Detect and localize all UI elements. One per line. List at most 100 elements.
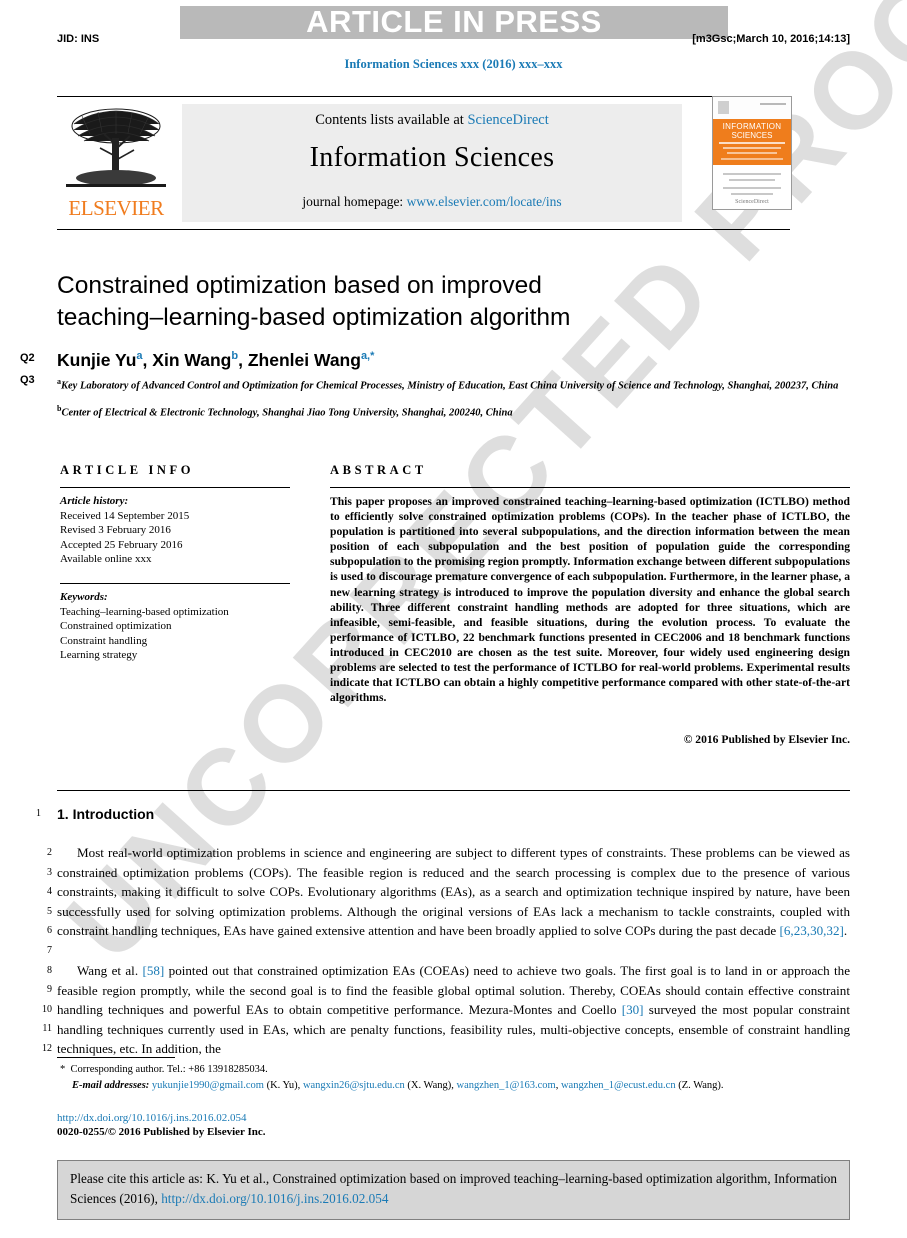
line-number-9: 9 [47,984,52,996]
title-line-2: teaching–learning-based optimization alg… [57,304,571,331]
history-accepted: Accepted 25 February 2016 [60,538,183,551]
line-number-6: 6 [47,925,52,937]
doi-link[interactable]: http://dx.doi.org/10.1016/j.ins.2016.02.… [57,1112,247,1124]
cover-text-line-3 [723,187,781,189]
line-number-gutter: 2 3 4 5 6 7 8 9 10 11 12 [36,843,52,1059]
elsevier-logo: ELSEVIER [60,104,172,224]
affiliation-text-b: Center of Electrical & Electronic Techno… [61,407,513,419]
email-person-3: , [555,1080,559,1091]
affiliation-a: aKey Laboratory of Advanced Control and … [57,375,847,393]
email-addresses-note: E-mail addresses: yukunjie1990@gmail.com… [72,1078,862,1093]
author-affiliation-mark-2: b [231,350,239,363]
email-link-3[interactable]: wangzhen_1@163.com [457,1080,556,1091]
asterisk-icon: * [60,1064,66,1075]
query-marker-q2: Q2 [20,352,35,364]
history-online: Available online xxx [60,553,152,566]
author-affiliation-mark-3: a,* [360,350,375,363]
paragraph-2-text-a: Wang et al. [77,963,139,978]
abstract-top-rule [330,487,850,488]
citation-ref-2[interactable]: [58] [142,963,164,978]
cover-deco-1 [719,142,785,144]
journal-homepage-link[interactable]: www.elsevier.com/locate/ins [407,194,562,209]
cover-deco-4 [721,158,783,160]
journal-cover-thumbnail: INFORMATION SCIENCES ScienceDirect [712,96,792,210]
footnote-rule [57,1057,175,1058]
abstract-text: This paper proposes an improved constrai… [330,495,850,705]
journal-homepage-line: journal homepage: www.elsevier.com/locat… [182,194,682,210]
article-in-press-label: ARTICLE IN PRESS [306,4,602,39]
info-top-rule [60,487,290,488]
contents-available-line: Contents lists available at ScienceDirec… [182,112,682,129]
line-number-7: 7 [47,944,52,956]
citation-ref-1[interactable]: [6,23,30,32] [780,923,844,938]
masthead-bottom-rule [57,229,790,230]
email-link-2[interactable]: wangxin26@sjtu.edu.cn [303,1080,405,1091]
section-number: 1. [57,806,69,822]
affiliation-b: bCenter of Electrical & Electronic Techn… [57,402,847,420]
paper-page: UNCORRECTED PROOF ARTICLE IN PRESS JID: … [0,0,907,1238]
article-history-label: Article history: [60,495,129,507]
citation-ref-3[interactable]: [30] [622,1002,644,1017]
body-paragraph-1: Most real-world optimization problems in… [57,845,850,939]
line-number-2: 2 [47,847,52,858]
cover-text-line-4 [731,193,773,195]
section-title: Introduction [72,806,155,822]
cover-header-strip [713,97,791,120]
cover-footer-label: ScienceDirect [735,199,769,205]
cover-deco-3 [727,152,777,154]
author-affiliation-mark-1: a [136,350,143,363]
keyword-item-4: Learning strategy [60,649,138,662]
email-person-4: (Z. Wang). [678,1080,724,1091]
body-separator-rule [57,790,850,791]
cover-title-line2: SCIENCES [731,131,773,140]
cover-text-line-1 [723,173,781,175]
sciencedirect-link[interactable]: ScienceDirect [467,112,548,128]
citation-notice-box: Please cite this article as: K. Yu et al… [57,1160,850,1220]
corresponding-author-note: * Corresponding author. Tel.: +86 139182… [60,1062,850,1077]
line-number-12: 12 [42,1042,52,1054]
article-info-heading: ARTICLE INFO [60,463,195,477]
page-title: Constrained optimization based on improv… [57,270,757,334]
author-name-2: Xin Wang [152,350,232,370]
email-link-1[interactable]: yukunjie1990@gmail.com [152,1080,264,1091]
body-paragraph-2: Wang et al. [58] pointed out that constr… [57,961,850,1059]
affiliation-text-a: Key Laboratory of Advanced Control and O… [61,380,839,392]
email-link-4[interactable]: wangzhen_1@ecust.edu.cn [561,1080,676,1091]
keyword-item-3: Constraint handling [60,634,148,647]
journal-title: Information Sciences [309,142,555,173]
keyword-item-1: Teaching–learning-based optimization [60,605,229,618]
author-name-3: Zhenlei Wang [247,350,361,370]
line-number-1: 1 [36,808,41,819]
citation-notice-doi-link[interactable]: http://dx.doi.org/10.1016/j.ins.2016.02.… [161,1191,388,1206]
contents-prefix: Contents lists available at [315,112,468,128]
cover-title-line1: INFORMATION [722,122,782,131]
query-marker-q3: Q3 [20,374,35,386]
history-received: Received 14 September 2015 [60,509,190,522]
author-name-1: Kunjie Yu [57,350,137,370]
running-head: Information Sciences xxx (2016) xxx–xxx [344,57,563,71]
email-label: E-mail addresses: [72,1080,150,1091]
issn-copyright-line: 0020-0255/© 2016 Published by Elsevier I… [57,1126,266,1138]
keywords-label: Keywords: [60,591,108,603]
keyword-item-2: Constrained optimization [60,620,172,633]
email-person-2: (X. Wang), [407,1080,454,1091]
paragraph-1-text: Most real-world optimization problems in… [57,845,850,939]
corresponding-author-text: Corresponding author. Tel.: +86 13918285… [70,1064,268,1075]
journal-masthead: ELSEVIER Contents lists available at Sci… [57,96,850,231]
cover-deco-2 [723,147,781,149]
typesetter-stamp: [m3Gsc;March 10, 2016;14:13] [692,33,850,45]
cover-orange-band: INFORMATION SCIENCES [713,119,791,165]
abstract-copyright: © 2016 Published by Elsevier Inc. [683,733,850,746]
abstract-heading: ABSTRACT [330,463,427,477]
line-number-8: 8 [47,964,52,976]
cover-text-line-2 [729,179,775,181]
title-line-1: Constrained optimization based on improv… [57,272,542,299]
citation-notice-text: Please cite this article as: K. Yu et al… [70,1169,837,1208]
cover-rule [760,103,786,105]
keywords-block: Keywords: Teaching–learning-based optimi… [60,590,315,663]
line-number-10: 10 [42,1003,52,1015]
elsevier-tree-icon [66,108,166,187]
section-heading-introduction: 1. Introduction [57,806,154,822]
keywords-top-rule [60,583,290,584]
line-number-4: 4 [47,886,52,898]
